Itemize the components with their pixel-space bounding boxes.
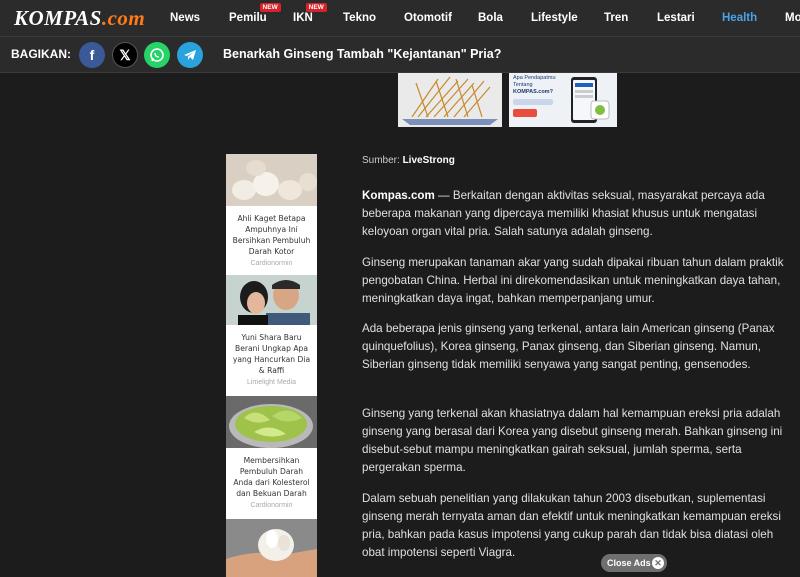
nav-tren[interactable]: Tren xyxy=(604,12,628,24)
whatsapp-icon xyxy=(150,48,164,62)
facebook-icon: f xyxy=(89,47,95,63)
paragraph-2: Ginseng merupakan tanaman akar yang suda… xyxy=(362,256,784,305)
facebook-share-button[interactable]: f xyxy=(79,42,105,68)
whatsapp-share-button[interactable] xyxy=(144,42,170,68)
nav-tekno[interactable]: Tekno xyxy=(343,12,376,24)
nav-lestari[interactable]: Lestari xyxy=(657,12,695,24)
sidebar-ad-panel: ✕ Ahli Kaget Betapa Ampuhnya Ini Bersihk… xyxy=(226,154,317,577)
nav-health[interactable]: Health xyxy=(722,12,757,24)
ad-image-hand-garlic xyxy=(226,519,317,577)
ad-1-text: Ahli Kaget Betapa Ampuhnya Ini Bersihkan… xyxy=(232,214,311,256)
nav-pemilu-label: Pemilu xyxy=(229,12,267,24)
lead-dateline: Kompas.com xyxy=(362,189,435,202)
ad-image-couple xyxy=(226,275,317,325)
close-ads-label: Close Ads xyxy=(607,558,651,568)
sidebar-ad-3[interactable]: Membersihkan Pembuluh Darah Anda dari Ko… xyxy=(226,396,317,509)
nav-ikn-label: IKN xyxy=(293,12,313,24)
sidebar-ad-4[interactable] xyxy=(226,519,317,577)
paragraph-5: Dalam sebuah penelitian yang dilakukan t… xyxy=(362,492,781,559)
ad-3-text: Membersihkan Pembuluh Darah Anda dari Ko… xyxy=(233,456,310,498)
telegram-share-button[interactable] xyxy=(177,42,203,68)
article-source: Sumber: LiveStrong xyxy=(362,155,455,166)
nav-bola[interactable]: Bola xyxy=(478,12,503,24)
new-badge: NEW xyxy=(259,3,281,12)
sidebar-ad-1[interactable]: Ahli Kaget Betapa Ampuhnya Ini Bersihkan… xyxy=(226,154,317,267)
logo-suffix: .com xyxy=(101,6,146,30)
paragraph-1: Kompas.com — Berkaitan dengan aktivitas … xyxy=(362,187,792,241)
ad-image-garlic xyxy=(226,154,317,206)
top-navigation: KOMPAS.com News Pemilu NEW IKN NEW Tekno O… xyxy=(0,0,800,37)
paragraph-4: Ginseng yang terkenal akan khasiatnya da… xyxy=(362,407,783,474)
source-link[interactable]: LiveStrong xyxy=(403,155,455,166)
nav-otomotif[interactable]: Otomotif xyxy=(404,12,452,24)
ad-2-text: Yuni Shara Baru Berani Ungkap Apa yang H… xyxy=(232,333,311,375)
article-title: Benarkah Ginseng Tambah "Kejantanan" Pri… xyxy=(223,47,502,61)
survey-graphic xyxy=(513,77,610,123)
sidebar-ad-2[interactable]: Yuni Shara Baru Berani Ungkap Apa yang H… xyxy=(226,275,317,386)
nav-pemilu[interactable]: Pemilu NEW xyxy=(229,3,281,24)
ad-banner-survey[interactable]: Apa Pendapatmu Tentang KOMPAS.com? xyxy=(509,73,617,127)
food-image xyxy=(398,73,502,127)
article-body: Sumber: LiveStrong Kompas.com — Berkaita… xyxy=(348,154,800,577)
ad-banner-food[interactable] xyxy=(398,73,502,127)
ad-1-source: Cardionormin xyxy=(250,260,293,267)
x-icon: 𝕏 xyxy=(119,46,131,63)
logo-main: KOMPAS xyxy=(14,6,102,30)
nav-news[interactable]: News xyxy=(170,12,200,24)
telegram-icon xyxy=(184,50,196,60)
ad-3-source: Cardionormin xyxy=(250,502,293,509)
nav-lifestyle[interactable]: Lifestyle xyxy=(531,12,578,24)
x-share-button[interactable]: 𝕏 xyxy=(112,42,138,68)
close-icon: ✕ xyxy=(652,557,664,569)
share-bar: BAGIKAN: f 𝕏 Benarkah Ginseng Tambah "Ke… xyxy=(0,37,800,73)
nav-more[interactable]: Mo xyxy=(785,12,800,24)
nav-ikn[interactable]: IKN NEW xyxy=(293,3,327,24)
kompas-logo[interactable]: KOMPAS.com xyxy=(14,6,145,31)
ad-image-soup xyxy=(226,396,317,448)
share-label: BAGIKAN: xyxy=(11,47,71,61)
close-ads-button[interactable]: Close Ads ✕ xyxy=(601,554,667,572)
source-label: Sumber: xyxy=(362,155,400,166)
paragraph-3: Ada beberapa jenis ginseng yang terkenal… xyxy=(362,322,775,371)
new-badge: NEW xyxy=(305,3,327,12)
ad-2-source: Limelight Media xyxy=(246,379,297,386)
